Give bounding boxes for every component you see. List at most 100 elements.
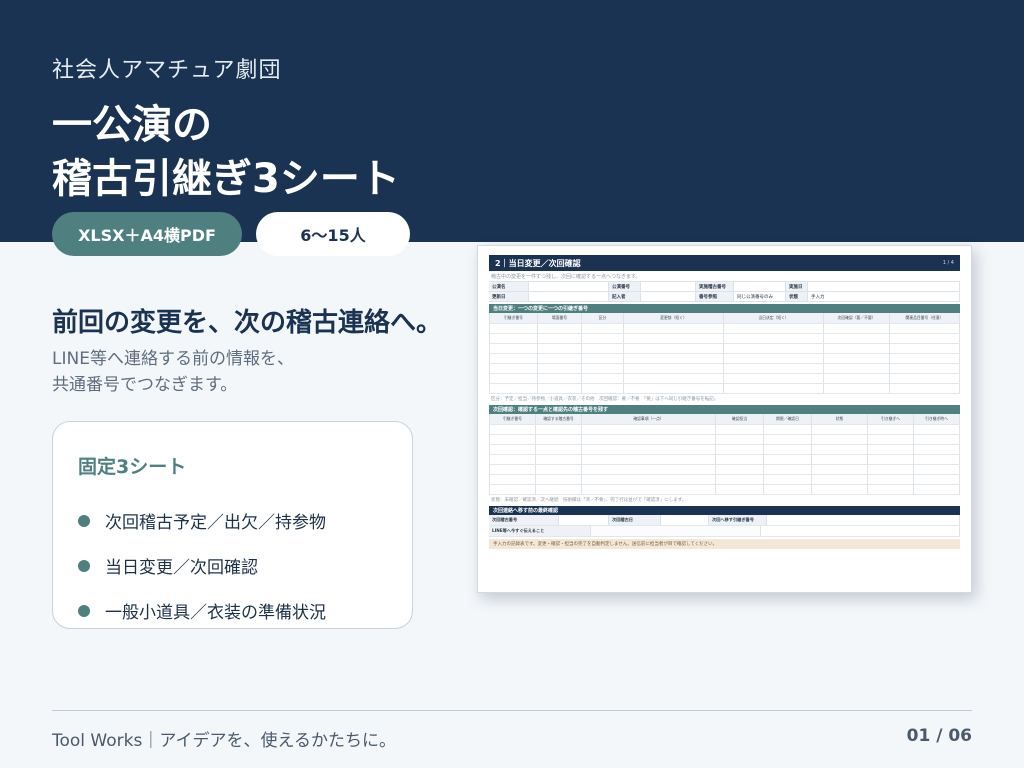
table-cell [716,455,764,464]
table-cell [582,485,716,494]
footer-brand: Tool Works｜アイデアを、使えるかたちに。 [52,731,396,751]
table-row [490,344,960,354]
table-cell [536,435,582,444]
table-cell [868,485,914,494]
table-cell [624,374,724,383]
table-cell [536,455,582,464]
sheet-title: 2｜当日変更／次回確認 [495,258,581,268]
column-header: 引継ぎ番号 [490,313,538,323]
table-cell [724,324,824,333]
table-cell [812,425,868,434]
table-cell [490,465,536,474]
table-row [490,324,960,334]
table-cell [538,364,582,373]
table-cell [490,485,536,494]
table-cell [582,435,716,444]
title-line-2: 稽古引継ぎ3シート [52,156,400,202]
list-item: 当日変更／次回確認 [78,543,326,588]
table-cell [724,374,824,383]
table-cell [582,455,716,464]
table-cell [538,344,582,353]
table-cell [868,425,914,434]
next-check-grid: 引継ぎ番号 確認する稽古番号 確認事項（一点） 確認担当 期限／確認日 状態 引… [489,414,960,495]
table-row: 次回稽古番号 次回稽古日 次回へ移す引継ぎ番号 [489,515,960,526]
table-cell [824,354,890,363]
meta-cell: 公演名 [489,282,529,291]
table-cell [624,334,724,343]
table-cell [582,354,624,363]
table-cell [890,374,960,383]
table-cell [716,435,764,444]
sheet-meta-table: 公演名 公演番号 実施稽古番号 実施日 更新日 記入者 番号参照 同じ公演番号の… [489,281,960,302]
table-cell [764,475,812,484]
table-cell [716,485,764,494]
table-cell [490,425,536,434]
meta-cell: 実施日 [786,282,808,291]
table-cell [538,374,582,383]
table-row [490,435,960,445]
table-header-row: 引継ぎ番号 確認する稽古番号 確認事項（一点） 確認担当 期限／確認日 状態 引… [490,414,960,425]
table-cell [764,465,812,474]
column-header: 変更前（短く） [624,313,724,323]
final-cell [591,526,761,536]
final-cell [761,526,960,536]
column-header: 引き継ぎへ [868,414,914,424]
table-cell [812,465,868,474]
meta-cell: 更新日 [489,292,529,301]
table-cell [890,354,960,363]
table-cell [914,445,960,454]
table-cell [490,374,538,383]
table-cell [890,384,960,393]
column-header: 状態 [812,414,868,424]
table-cell [624,384,724,393]
column-header: 場面番号 [538,313,582,323]
table-header-row: 引継ぎ番号 場面番号 区分 変更前（短く） 当日決定（短く） 次回確認（要／不要… [490,313,960,324]
final-cell [767,515,960,525]
sheet-title-bar: 2｜当日変更／次回確認 1 / 4 [489,255,960,271]
final-cell [559,515,609,525]
meta-cell: 手入力 [808,292,960,301]
meta-cell: 公演番号 [609,282,641,291]
column-header: 確認する稽古番号 [536,414,582,424]
table-cell [582,475,716,484]
grid2-footnote: 状態：未確認／確認済／次へ継続 技術欄は「済／不要」、完了行は並びで「確認済」に… [491,497,687,503]
meta-cell [529,282,609,291]
final-cell: LINE等へ今すぐ伝えること [489,526,591,536]
table-cell [490,364,538,373]
table-cell [536,465,582,474]
table-row [490,334,960,344]
sheet-section-3: 次回連絡へ移す前の最終確認 [489,506,960,515]
sheet-bottom-note: 手入力の記録表です。変更・確認・担当の完了を自動判定しません。送信前に担当者が目… [489,539,960,549]
sheet-page: 1 / 4 [942,260,954,266]
table-cell [490,354,538,363]
final-cell [661,515,709,525]
organization-label: 社会人アマチュア劇団 [52,58,282,83]
table-cell [716,425,764,434]
table-cell [812,485,868,494]
meta-cell [641,282,696,291]
table-cell [538,384,582,393]
column-header: 当日決定（短く） [724,313,824,323]
table-cell [582,324,624,333]
table-cell [724,344,824,353]
table-cell [624,344,724,353]
table-cell [890,324,960,333]
table-cell [716,465,764,474]
table-cell [490,435,536,444]
table-cell [716,445,764,454]
table-cell [914,435,960,444]
table-cell [724,384,824,393]
table-row [490,364,960,374]
column-header: 確認担当 [716,414,764,424]
table-row: 更新日 記入者 番号参照 同じ公演番号のみ 状態 手入力 [489,292,960,302]
footer-divider [52,710,972,711]
list-item-label: 次回稽古予定／出欠／持参物 [105,513,326,533]
column-header: 期限／確認日 [764,414,812,424]
table-row [490,374,960,384]
table-cell [824,384,890,393]
column-header: 区分 [582,313,624,323]
meta-cell: 実施稽古番号 [696,282,734,291]
list-item: 次回稽古予定／出欠／持参物 [78,498,326,543]
table-cell [890,344,960,353]
list-item: 一般小道具／衣装の準備状況 [78,588,326,633]
